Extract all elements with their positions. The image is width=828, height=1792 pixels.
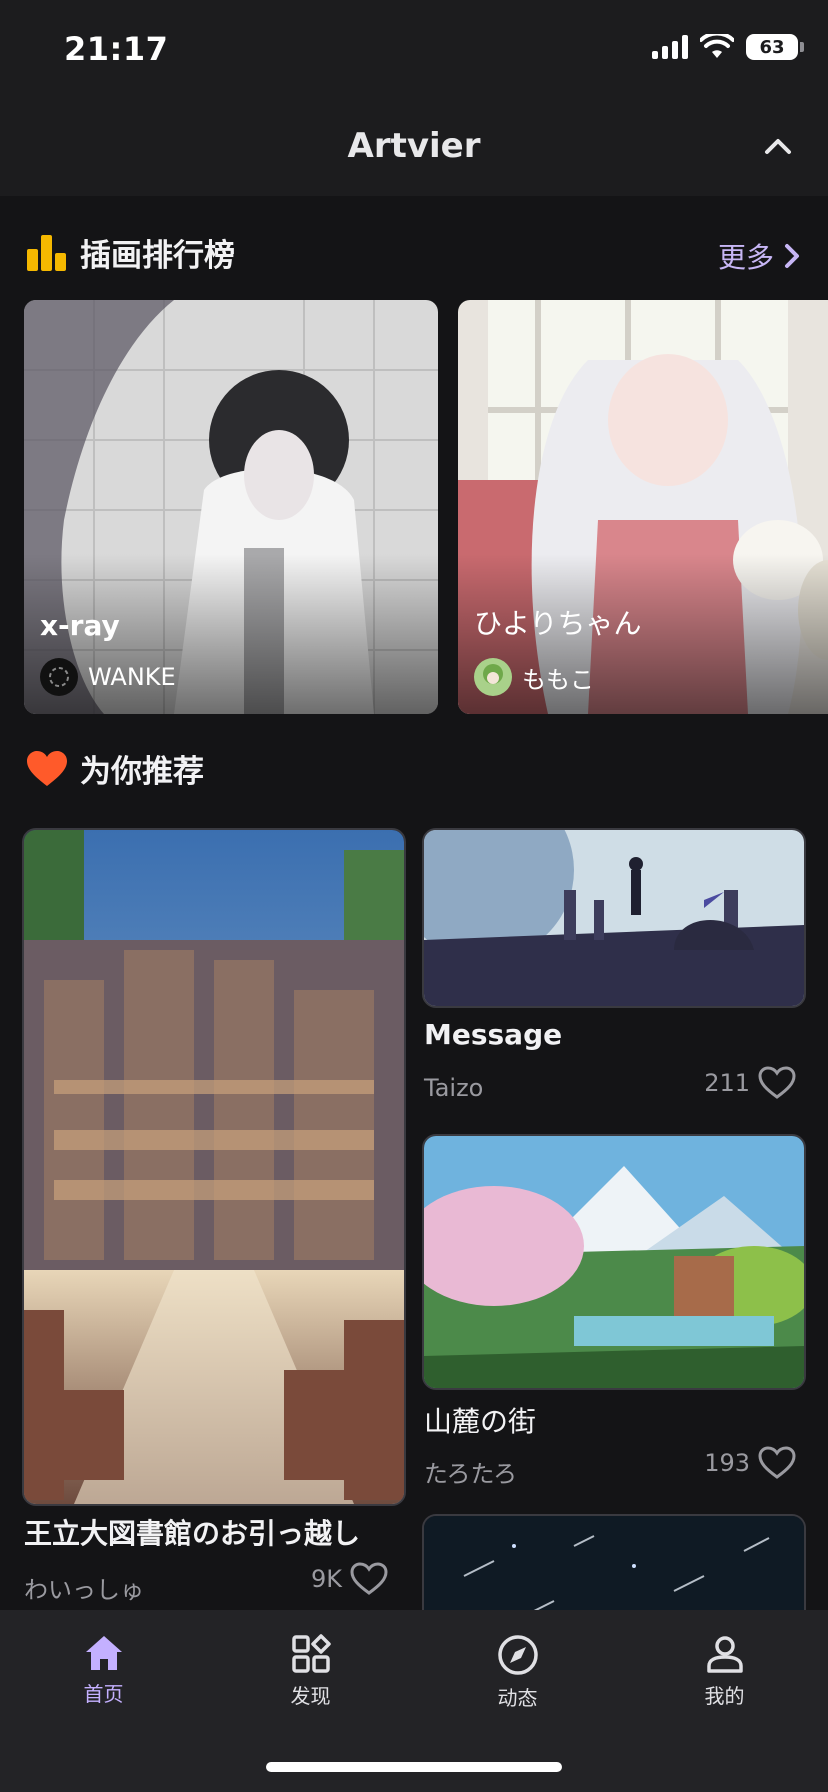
chevron-up-icon [765,139,791,154]
recommend-item-author[interactable]: わいっしゅ [24,1570,144,1605]
compass-icon [497,1635,538,1675]
battery-icon: 63 [746,34,804,60]
recommend-card-image[interactable] [422,1514,806,1610]
author-name: WANKE [88,663,176,691]
like-button[interactable]: 193 [704,1446,796,1480]
recommend-item-title[interactable]: 山麓の街 [424,1400,536,1440]
recommend-card-image[interactable] [422,828,806,1008]
tab-bar: 首页 发现 动态 我的 [0,1610,828,1792]
recommend-item-author[interactable]: Taizo [424,1074,483,1102]
more-label: 更多 [717,241,774,274]
like-count: 9K [310,1565,342,1593]
tab-profile[interactable]: 我的 [621,1634,828,1709]
status-bar: 21:17 63 [0,0,828,96]
tab-home[interactable]: 首页 [0,1634,207,1707]
wifi-icon [700,34,734,58]
heart-icon [27,750,67,786]
like-count: 211 [704,1069,750,1097]
card-author[interactable]: ももこ [474,658,594,696]
tab-feed[interactable]: 动态 [414,1634,621,1711]
home-indicator [266,1762,562,1772]
signal-icon [652,35,688,59]
artwork-image [424,1136,804,1388]
status-time: 21:17 [64,30,169,68]
collapse-button[interactable] [752,120,804,172]
artwork-image [424,830,804,1006]
card-title: x-ray [40,609,120,642]
status-indicators: 63 [652,34,804,60]
ranking-header: 插画排行榜 [26,230,235,275]
heart-outline-icon [758,1066,796,1099]
card-title: ひよりちゃん [474,607,642,640]
recommend-header: 为你推荐 [26,746,204,791]
recommend-card-image[interactable] [22,828,406,1506]
recommend-title: 为你推荐 [80,754,204,790]
recommend-card-image[interactable] [422,1134,806,1390]
main-content[interactable]: 插画排行榜 更多 x-ray WANKE ひよりちゃん ももこ 为你推荐 王立大… [0,196,828,1610]
bar-chart-icon [27,234,66,271]
author-name: ももこ [522,665,594,694]
recommend-item-title[interactable]: 王立大図書館のお引っ越し [24,1512,360,1552]
home-icon [85,1636,122,1670]
ranking-card[interactable]: ひよりちゃん ももこ [458,300,828,714]
avatar [40,658,78,696]
ranking-title: 插画排行榜 [80,238,235,274]
app-title: Artvier [347,126,481,166]
like-count: 193 [704,1449,750,1477]
grid-icon [291,1634,331,1673]
tab-label: 首页 [83,1682,124,1706]
app-header: Artvier [0,96,828,196]
ranking-card[interactable]: x-ray WANKE [24,300,438,714]
more-button[interactable]: 更多 [718,236,800,276]
artwork-image [24,830,404,1504]
artwork-image [424,1516,804,1610]
chevron-right-icon [785,244,799,268]
tab-label: 我的 [704,1684,745,1708]
heart-outline-icon [350,1562,388,1595]
avatar [474,658,512,696]
tab-label: 动态 [497,1686,538,1710]
card-author[interactable]: WANKE [40,658,176,696]
like-button[interactable]: 211 [704,1066,796,1100]
recommend-item-title[interactable]: Message [424,1018,562,1051]
profile-icon [706,1636,743,1673]
heart-outline-icon [758,1446,796,1479]
like-button[interactable]: 9K [311,1562,388,1596]
tab-discover[interactable]: 发现 [207,1634,414,1709]
recommend-item-author[interactable]: たろたろ [424,1454,517,1489]
tab-label: 发现 [290,1684,331,1708]
